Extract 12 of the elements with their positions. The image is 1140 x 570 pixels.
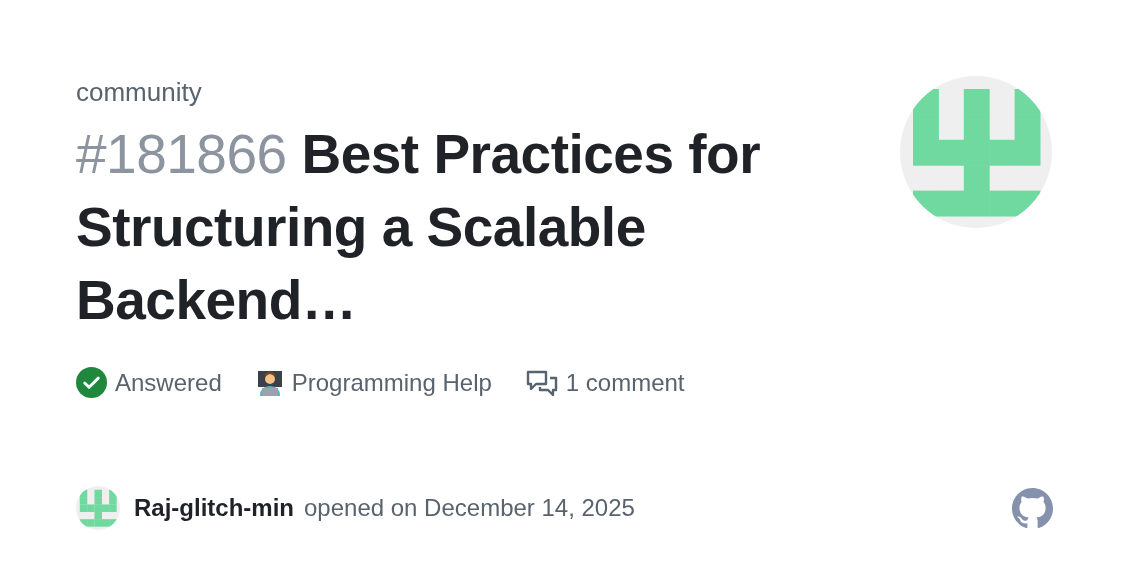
comments-icon xyxy=(525,368,558,397)
person-laptop-icon xyxy=(255,368,284,397)
meta-label: 1 comment xyxy=(565,368,685,397)
author-name: Raj-glitch-min xyxy=(134,494,294,522)
issue-title: #181866 Best Practices for Structuring a Scalable Backend… xyxy=(76,122,762,333)
check-circle-icon xyxy=(76,367,107,398)
meta-label: Programming Help xyxy=(291,368,492,397)
meta-label: Answered xyxy=(115,368,222,397)
opened-date: opened on December 14, 2025 xyxy=(304,494,635,522)
repository-name: community xyxy=(76,76,203,109)
identicon-avatar xyxy=(76,486,120,530)
github-icon xyxy=(1012,487,1053,529)
